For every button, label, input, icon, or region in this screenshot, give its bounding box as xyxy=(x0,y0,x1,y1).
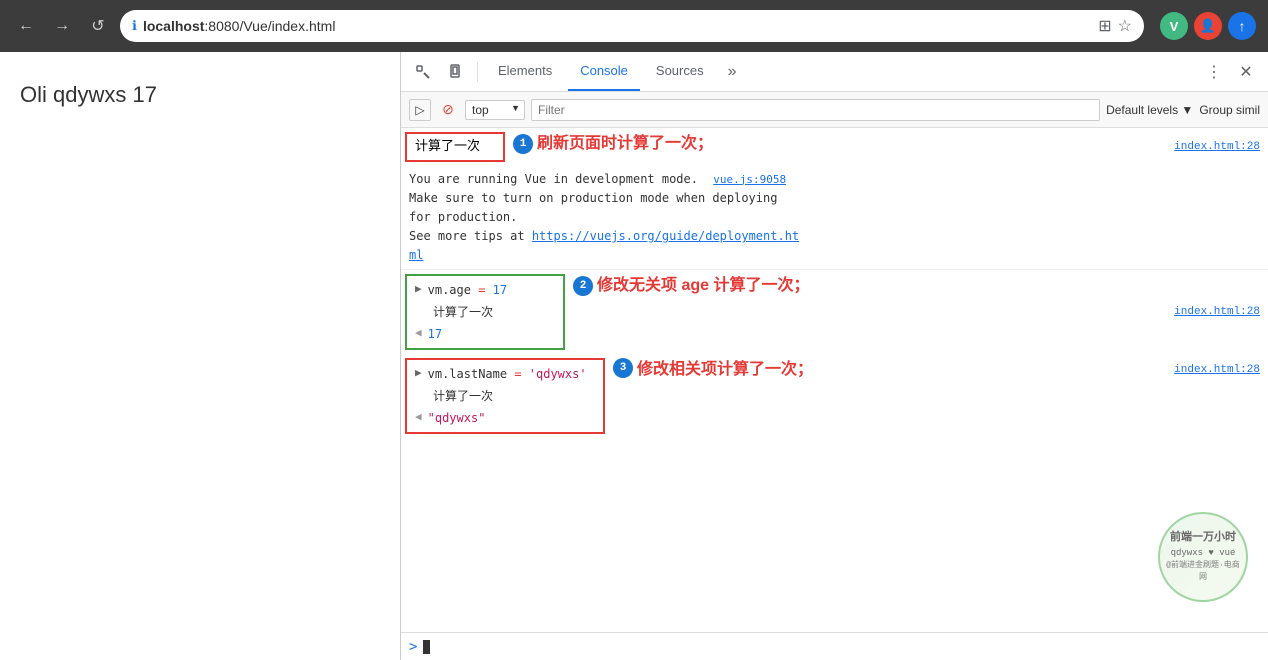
console-toolbar: ▷ ⊘ top Default levels ▼ Group simil xyxy=(401,92,1268,128)
page-area: Oli qdywxs 17 xyxy=(0,52,400,660)
entry-link-1[interactable]: index.html:28 xyxy=(1174,139,1260,156)
upload-icon[interactable]: ↑ xyxy=(1228,12,1256,40)
watermark-line2: qdywxs ♥ vue xyxy=(1171,547,1236,561)
vue-source-link[interactable]: vue.js:9058 xyxy=(713,173,786,186)
console-entry-info: You are running Vue in development mode.… xyxy=(401,166,1268,271)
annotation-bubble-2: 2 xyxy=(573,276,593,296)
info-icon: ℹ xyxy=(132,18,137,34)
console-output: 计算了一次 1 刷新页面时计算了一次； index.html:28 You ar… xyxy=(401,128,1268,632)
entry-subtext-2: 计算了一次 xyxy=(415,301,555,323)
context-selector[interactable]: top xyxy=(465,100,525,120)
annotation-text-2: 修改无关项 age 计算了一次； xyxy=(597,274,809,298)
console-prompt: > xyxy=(409,639,417,655)
forward-button[interactable]: → xyxy=(48,12,76,40)
more-tabs-button[interactable]: » xyxy=(720,63,745,81)
vue-info-line3: for production. xyxy=(409,210,517,224)
back-button[interactable]: ← xyxy=(12,12,40,40)
toolbar-divider xyxy=(477,62,478,82)
translate-icon[interactable]: ⊞ xyxy=(1098,16,1111,36)
entry-result-2: 17 xyxy=(428,325,442,343)
entry-arrow-result-2: ◀ xyxy=(415,326,422,343)
main-content: Oli qdywxs 17 Elements Console Sources »… xyxy=(0,52,1268,660)
vue-info-line1: You are running Vue in development mode. xyxy=(409,172,705,186)
console-entry-3: ▶ vm.lastName = 'qdywxs' 计算了一次 ◀ "qdywxs… xyxy=(405,358,605,434)
address-bar[interactable]: ℹ localhost:8080/Vue/index.html ⊞ ☆ xyxy=(120,10,1144,42)
console-entry-2: ▶ vm.age = 17 计算了一次 ◀ 17 xyxy=(405,274,565,350)
watermark-line3: @前端进金刷题·电商网 xyxy=(1164,560,1242,584)
devtools-close-button[interactable]: ✕ xyxy=(1232,58,1260,86)
annotation-text-1: 刷新页面时计算了一次； xyxy=(537,132,713,156)
vue-info-line2: Make sure to turn on production mode whe… xyxy=(409,191,777,205)
entry-command-2: vm.age = 17 xyxy=(428,281,507,299)
devtools-tabs: Elements Console Sources » ⋮ ✕ xyxy=(401,52,1268,92)
browser-extensions: V 👤 ↑ xyxy=(1160,12,1256,40)
annotation-bubble-1: 1 xyxy=(513,134,533,154)
watermark-line1: 前端一万小时 xyxy=(1170,530,1236,547)
bookmark-icon[interactable]: ☆ xyxy=(1118,16,1132,36)
entry-result-3: "qdywxs" xyxy=(428,409,486,427)
devtools-menu-button[interactable]: ⋮ xyxy=(1200,58,1228,86)
tab-sources[interactable]: Sources xyxy=(644,52,716,91)
entry-link-3[interactable]: index.html:28 xyxy=(1174,362,1260,379)
browser-chrome: ← → ↺ ℹ localhost:8080/Vue/index.html ⊞ … xyxy=(0,0,1268,52)
watermark: 前端一万小时 qdywxs ♥ vue @前端进金刷题·电商网 xyxy=(1158,512,1248,602)
inspect-element-button[interactable] xyxy=(409,58,437,86)
profile-icon[interactable]: 👤 xyxy=(1194,12,1222,40)
tab-console[interactable]: Console xyxy=(568,52,640,91)
default-levels-dropdown[interactable]: Default levels ▼ xyxy=(1106,103,1193,117)
group-similar-label: Group simil xyxy=(1199,103,1260,117)
annotation-text-3: 修改相关项计算了一次； xyxy=(637,358,813,382)
annotation-bubble-3: 3 xyxy=(613,358,633,378)
filter-input[interactable] xyxy=(531,99,1100,121)
entry-command-3: vm.lastName = 'qdywxs' xyxy=(428,365,587,383)
entry-link-2[interactable]: index.html:28 xyxy=(1174,304,1260,321)
tab-elements[interactable]: Elements xyxy=(486,52,564,91)
clear-console-button[interactable]: ▷ xyxy=(409,99,431,121)
console-caret xyxy=(423,640,430,654)
page-title: Oli qdywxs 17 xyxy=(20,82,380,108)
entry-subtext-3: 计算了一次 xyxy=(415,385,595,407)
devtools-panel: Elements Console Sources » ⋮ ✕ ▷ ⊘ top D… xyxy=(400,52,1268,660)
entry-arrow-3: ▶ xyxy=(415,366,422,383)
console-input-row: > xyxy=(401,632,1268,660)
address-text: localhost:8080/Vue/index.html xyxy=(143,18,335,34)
refresh-button[interactable]: ↺ xyxy=(84,12,112,40)
entry-text-1: 计算了一次 xyxy=(415,137,480,157)
block-errors-button[interactable]: ⊘ xyxy=(437,99,459,121)
device-toolbar-button[interactable] xyxy=(441,58,469,86)
console-entry-1: 计算了一次 xyxy=(405,132,505,162)
entry-arrow-result-3: ◀ xyxy=(415,410,422,427)
vue-extension-icon[interactable]: V xyxy=(1160,12,1188,40)
vue-info-line4: See more tips at xyxy=(409,229,532,243)
entry-arrow-2: ▶ xyxy=(415,282,422,299)
